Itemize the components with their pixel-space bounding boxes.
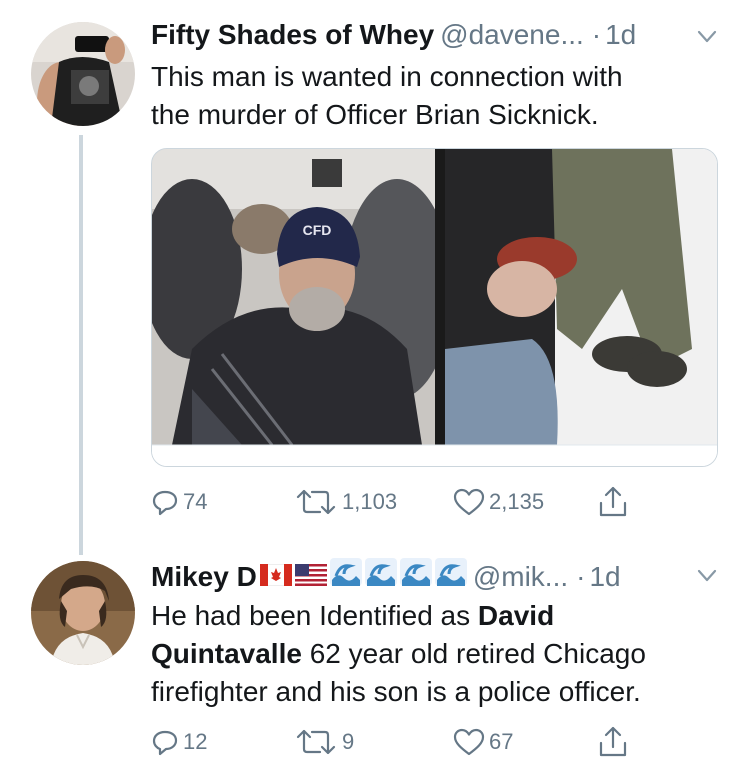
separator-dot: · <box>591 19 602 50</box>
avatar[interactable] <box>31 561 135 665</box>
tweet[interactable]: Fifty Shades of Whey @davene... · 1d Thi… <box>0 0 750 555</box>
heart-icon <box>453 488 485 516</box>
tweet-text: This man is wanted in connection with th… <box>151 58 623 134</box>
author-name[interactable]: Mikey D <box>151 559 257 595</box>
retweet-button[interactable]: 1,103 <box>294 482 397 522</box>
heart-icon <box>453 728 485 756</box>
media-image[interactable]: CFD <box>152 149 718 467</box>
tweet-text-line: He had been Identified as David <box>151 597 646 635</box>
tweet-text-line: Quintavalle 62 year old retired Chicago <box>151 635 646 673</box>
tweet-actions: 74 1,103 2,135 <box>151 482 651 522</box>
timestamp[interactable]: 1d <box>605 17 636 53</box>
reply-button[interactable]: 74 <box>151 482 207 522</box>
reply-count: 12 <box>183 729 208 754</box>
tweet-text-bold: Quintavalle <box>151 638 302 669</box>
tweet-header: Mikey D @mik... · 1d <box>151 558 621 594</box>
share-button[interactable] <box>598 722 632 762</box>
tweet-text-line: the murder of Officer Brian Sicknick. <box>151 99 599 130</box>
separator-dot: · <box>576 561 586 592</box>
tweet-text-line: firefighter and his son is a police offi… <box>151 676 641 707</box>
tweet-actions: 12 9 67 <box>151 722 651 762</box>
tweet-header: Fifty Shades of Whey @davene... · 1d <box>151 17 636 53</box>
tweet-text-bold: David <box>477 600 555 631</box>
timestamp[interactable]: 1d <box>589 559 620 595</box>
retweet-count: 9 <box>342 729 355 754</box>
retweet-icon <box>296 729 336 755</box>
us-flag-icon <box>294 564 327 586</box>
thread-line <box>79 135 83 555</box>
share-icon <box>599 486 627 517</box>
like-button[interactable]: 67 <box>453 722 513 762</box>
avatar[interactable] <box>31 22 135 126</box>
beanie-label: CFD <box>303 222 332 238</box>
like-count: 67 <box>489 729 514 754</box>
retweet-button[interactable]: 9 <box>294 722 354 762</box>
reply-button[interactable]: 12 <box>151 722 207 762</box>
wave-icon <box>329 558 362 586</box>
reply-icon <box>152 490 178 516</box>
retweet-count: 1,103 <box>342 489 398 514</box>
chevron-down-icon[interactable] <box>697 30 717 44</box>
author-handle[interactable]: @mik... <box>473 559 568 595</box>
share-button[interactable] <box>598 482 632 522</box>
share-icon <box>599 726 627 757</box>
tweet-text: He had been Identified as David Quintava… <box>151 597 646 711</box>
like-button[interactable]: 2,135 <box>453 482 544 522</box>
tweet-text-segment: 62 year old retired Chicago <box>301 638 646 669</box>
chevron-down-icon[interactable] <box>697 569 717 583</box>
reply-icon <box>152 730 178 756</box>
like-count: 2,135 <box>489 489 545 514</box>
wave-icon <box>434 558 467 586</box>
tweet-text-line: This man is wanted in connection with <box>151 61 623 92</box>
author-handle[interactable]: @davene... <box>440 17 584 53</box>
wave-icon <box>399 558 432 586</box>
retweet-icon <box>296 489 336 515</box>
reply-count: 74 <box>183 489 208 514</box>
tweet[interactable]: Mikey D @mik... · 1d He had been Identif… <box>0 545 750 772</box>
wave-icon <box>364 558 397 586</box>
author-name[interactable]: Fifty Shades of Whey <box>151 17 434 53</box>
tweet-text-segment: He had been Identified as <box>151 600 478 631</box>
tweet-media[interactable]: CFD <box>151 148 718 467</box>
canada-flag-icon <box>259 564 292 586</box>
